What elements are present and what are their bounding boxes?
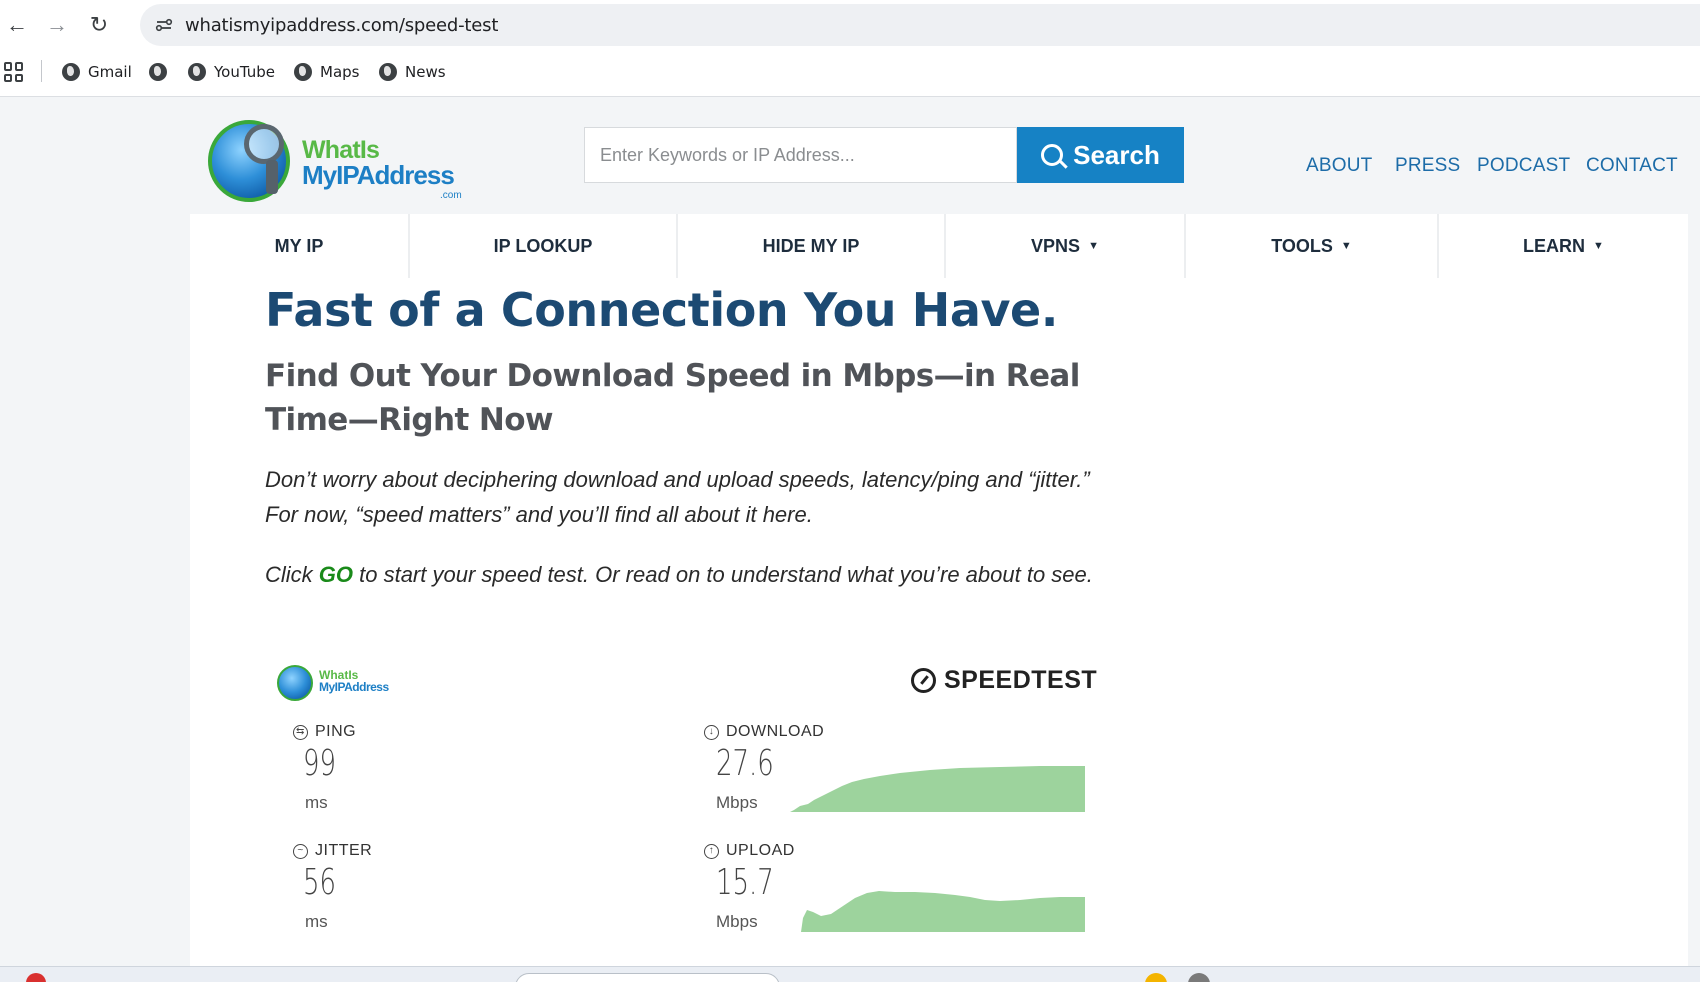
logo-text-suffix: .com [440, 190, 462, 201]
jitter-unit: ms [305, 912, 328, 931]
bookmark-maps[interactable]: Maps [294, 60, 359, 84]
search-button-label: Search [1073, 139, 1160, 170]
search-button[interactable]: Search [1017, 127, 1184, 183]
cta-text-before: Click [265, 562, 319, 587]
magnifier-handle [266, 160, 278, 194]
upload-label: ↑ UPLOAD [704, 842, 795, 860]
go-text: GO [318, 562, 354, 587]
search-input[interactable] [585, 128, 1016, 182]
jitter-icon: ~ [293, 843, 308, 859]
speedtest-brand: SPEEDTEST [911, 666, 1097, 695]
jitter-label: ~ JITTER [293, 842, 372, 860]
ping-icon: ⇆ [293, 724, 308, 740]
bookmark-label: Gmail [88, 63, 132, 81]
upload-label-text: UPLOAD [726, 842, 795, 859]
globe-icon [379, 63, 397, 81]
site-search-box [584, 127, 1017, 183]
download-label-text: DOWNLOAD [726, 723, 825, 740]
download-value: 27.6 [716, 743, 774, 784]
browser-chrome: ← → ↻ whatismyipaddress.com/speed-test G… [0, 0, 1700, 97]
forward-icon[interactable]: → [42, 10, 72, 40]
globe-icon [62, 63, 80, 81]
main-nav-label: TOOLS [1271, 235, 1333, 256]
download-graph-area [790, 766, 1085, 812]
bookmark-unnamed[interactable] [149, 60, 175, 84]
nav-link-press[interactable]: PRESS [1395, 155, 1460, 177]
main-nav-learn[interactable]: LEARN ▼ [1439, 214, 1688, 278]
download-unit: Mbps [716, 793, 758, 812]
globe-logo-icon [277, 665, 313, 701]
intro-text: Don’t worry about deciphering download a… [265, 467, 1090, 527]
bookmarks-divider [41, 60, 42, 82]
upload-unit: Mbps [716, 912, 758, 931]
speedtest-brand-label: SPEEDTEST [944, 666, 1098, 694]
page-subheadline: Find Out Your Download Speed in Mbps—in … [265, 358, 1080, 438]
globe-icon [294, 63, 312, 81]
nav-link-contact[interactable]: CONTACT [1586, 155, 1678, 177]
upload-speed-graph [801, 891, 1085, 932]
taskbar-search-box[interactable] [515, 973, 780, 982]
bookmark-label: News [405, 63, 446, 81]
ping-label: ⇆ PING [293, 723, 356, 741]
bookmark-label: YouTube [214, 63, 275, 81]
main-nav-my-ip[interactable]: MY IP [190, 214, 410, 278]
site-info-icon[interactable] [152, 13, 176, 37]
nav-link-podcast[interactable]: PODCAST [1477, 155, 1570, 177]
main-nav-vpns[interactable]: VPNS ▼ [946, 214, 1186, 278]
main-nav-label: LEARN [1523, 235, 1586, 256]
cta-paragraph: Click GO to start your speed test. Or re… [265, 557, 1125, 592]
gauge-icon [911, 668, 936, 693]
ping-value: 99 [303, 743, 336, 784]
search-icon [1041, 144, 1064, 166]
bookmark-gmail[interactable]: Gmail [62, 60, 132, 84]
globe-icon [188, 63, 206, 81]
widget-logo-line2: MyIPAddress [319, 680, 389, 694]
back-icon[interactable]: ← [2, 10, 32, 40]
download-label: ↓ DOWNLOAD [704, 723, 824, 741]
magnifier-logo-icon [244, 124, 284, 164]
download-arrow-icon: ↓ [704, 724, 719, 740]
page-headline: Fast of a Connection You Have. [265, 283, 1058, 337]
taskbar-app-icon[interactable] [1145, 973, 1167, 982]
main-nav-label: VPNS [1031, 235, 1081, 256]
taskbar-avatar-icon[interactable] [1188, 973, 1210, 982]
upload-graph-area [801, 891, 1085, 932]
os-taskbar [0, 966, 1700, 982]
upload-arrow-icon: ↑ [704, 843, 719, 859]
apps-grid-icon[interactable] [4, 62, 24, 82]
dropdown-caret-icon: ▼ [1088, 240, 1099, 252]
main-nav-label: MY IP [274, 235, 324, 256]
notification-badge-icon[interactable] [26, 973, 46, 982]
bookmark-label: Maps [320, 63, 360, 81]
intro-paragraph: Don’t worry about deciphering download a… [265, 462, 1125, 532]
ping-unit: ms [305, 793, 328, 812]
logo-text-line2: MyIPAddress [302, 160, 455, 190]
main-nav-tools[interactable]: TOOLS ▼ [1186, 214, 1439, 278]
download-speed-graph [790, 766, 1085, 812]
jitter-label-text: JITTER [315, 842, 373, 859]
dropdown-caret-icon: ▼ [1340, 240, 1352, 252]
site-logo[interactable]: WhatIs MyIPAddress .com [208, 118, 470, 210]
main-nav-label: HIDE MY IP [762, 235, 860, 256]
bookmark-youtube[interactable]: YouTube [188, 60, 275, 84]
cta-text-after: to start your speed test. Or read on to … [353, 562, 1093, 587]
dropdown-caret-icon: ▼ [1593, 240, 1604, 252]
main-nav-label: IP LOOKUP [493, 235, 593, 256]
jitter-value: 56 [303, 862, 336, 903]
nav-link-about[interactable]: ABOUT [1306, 155, 1372, 177]
globe-icon [149, 63, 167, 81]
main-nav: MY IP IP LOOKUP HIDE MY IP VPNS ▼ TOOLS ▼ … [190, 214, 1688, 278]
reload-icon[interactable]: ↻ [84, 10, 114, 40]
widget-logo: WhatIs MyIPAddress [277, 662, 417, 702]
ping-label-text: PING [315, 723, 357, 740]
main-nav-ip-lookup[interactable]: IP LOOKUP [410, 214, 678, 278]
upload-value: 15.7 [716, 862, 774, 903]
url-text[interactable]: whatismyipaddress.com/speed-test [185, 15, 498, 36]
address-bar[interactable]: whatismyipaddress.com/speed-test [140, 4, 1700, 46]
bookmarks-bar: Gmail YouTube Maps News [0, 56, 1700, 88]
bookmark-news[interactable]: News [379, 60, 446, 84]
main-nav-hide-my-ip[interactable]: HIDE MY IP [678, 214, 946, 278]
